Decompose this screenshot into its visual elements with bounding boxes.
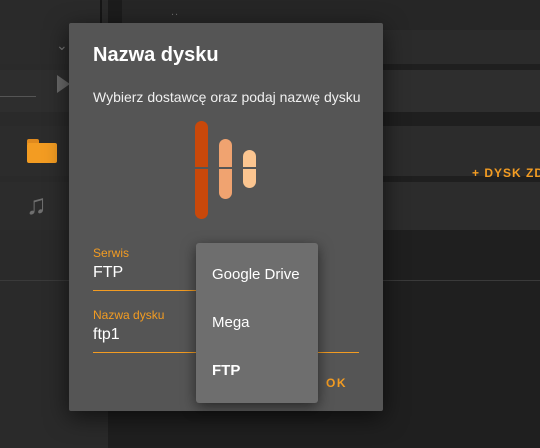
service-underline bbox=[93, 290, 197, 291]
music-icon: ♫ bbox=[26, 189, 47, 220]
dialog-subtitle: Wybierz dostawcę oraz podaj nazwę dysku bbox=[93, 89, 361, 105]
disk-name-value: ftp1 bbox=[93, 326, 120, 343]
dialog-title: Nazwa dysku bbox=[93, 44, 219, 66]
ok-button[interactable]: OK bbox=[326, 376, 347, 390]
folder-icon bbox=[27, 139, 57, 163]
service-dropdown-menu: Google Drive Mega FTP bbox=[196, 243, 318, 403]
app-logo bbox=[193, 121, 263, 221]
chevron-down-icon[interactable]: ⌄ bbox=[56, 37, 68, 54]
service-value: FTP bbox=[93, 264, 124, 281]
service-label: Serwis bbox=[93, 246, 130, 260]
disk-name-label: Nazwa dysku bbox=[93, 308, 165, 322]
breadcrumb-dots: .. bbox=[171, 6, 180, 18]
menu-item-google-drive[interactable]: Google Drive bbox=[212, 266, 300, 283]
menu-item-ftp[interactable]: FTP bbox=[212, 362, 240, 379]
input-underline bbox=[0, 96, 36, 97]
menu-item-mega[interactable]: Mega bbox=[212, 314, 250, 331]
add-disk-button[interactable]: + DYSK ZD bbox=[472, 166, 540, 180]
